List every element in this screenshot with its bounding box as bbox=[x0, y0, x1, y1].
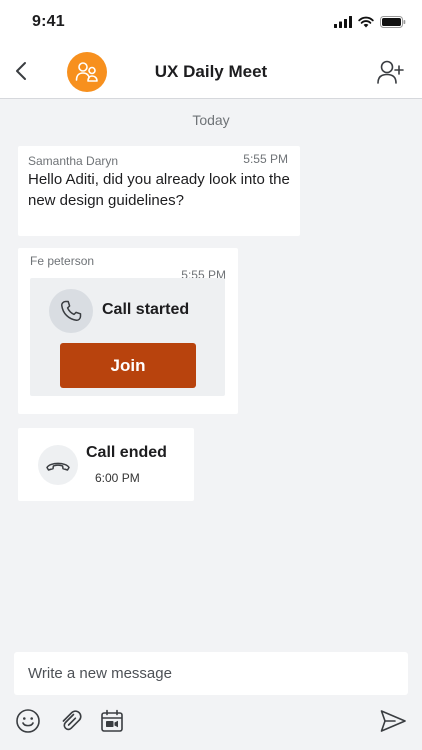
add-user-button[interactable] bbox=[376, 57, 406, 87]
hang-up-icon bbox=[46, 462, 70, 471]
chevron-left-icon bbox=[16, 62, 26, 80]
message-sender: Fe peterson bbox=[30, 254, 95, 268]
message-sender: Samantha Daryn bbox=[28, 154, 119, 168]
wifi-icon bbox=[358, 16, 374, 28]
call-card: Call started Join bbox=[30, 278, 225, 396]
phone-icon bbox=[61, 300, 82, 321]
status-bar: 9:41 bbox=[0, 0, 422, 46]
group-avatar[interactable] bbox=[67, 52, 107, 92]
chat-header: UX Daily Meet bbox=[0, 46, 422, 99]
emoji-icon bbox=[16, 709, 40, 733]
message-time: 5:55 PM bbox=[243, 152, 288, 166]
message-text: Hello Aditi, did you already look into t… bbox=[28, 171, 290, 209]
add-user-icon bbox=[377, 60, 404, 84]
group-icon bbox=[75, 62, 98, 82]
send-button[interactable] bbox=[378, 706, 408, 736]
signal-icon bbox=[334, 16, 352, 28]
call-started-label: Call started bbox=[102, 301, 190, 318]
call-ended-message: Call ended 6:00 PM bbox=[18, 428, 194, 501]
battery-icon bbox=[380, 16, 406, 28]
emoji-button[interactable] bbox=[14, 707, 42, 735]
message-bubble[interactable]: Samantha Daryn 5:55 PM Hello Aditi, did … bbox=[18, 146, 300, 236]
attachment-icon bbox=[62, 710, 82, 731]
back-button[interactable] bbox=[8, 56, 34, 86]
call-started-message: Fe peterson 5:55 PM Call started Join bbox=[18, 248, 238, 414]
join-call-button[interactable]: Join bbox=[60, 343, 196, 388]
hang-up-icon-badge bbox=[38, 445, 78, 485]
attach-button[interactable] bbox=[57, 707, 85, 735]
send-icon bbox=[380, 710, 406, 732]
status-icons bbox=[334, 15, 406, 29]
meeting-icon bbox=[101, 709, 123, 732]
day-divider: Today bbox=[192, 112, 230, 128]
call-ended-time: 6:00 PM bbox=[95, 471, 140, 485]
meeting-button[interactable] bbox=[98, 707, 126, 735]
chat-title: UX Daily Meet bbox=[154, 62, 268, 81]
message-composer bbox=[14, 652, 408, 695]
message-input[interactable] bbox=[14, 652, 408, 695]
phone-icon-badge bbox=[49, 289, 93, 333]
status-time: 9:41 bbox=[32, 13, 65, 30]
call-ended-label: Call ended bbox=[86, 444, 167, 461]
